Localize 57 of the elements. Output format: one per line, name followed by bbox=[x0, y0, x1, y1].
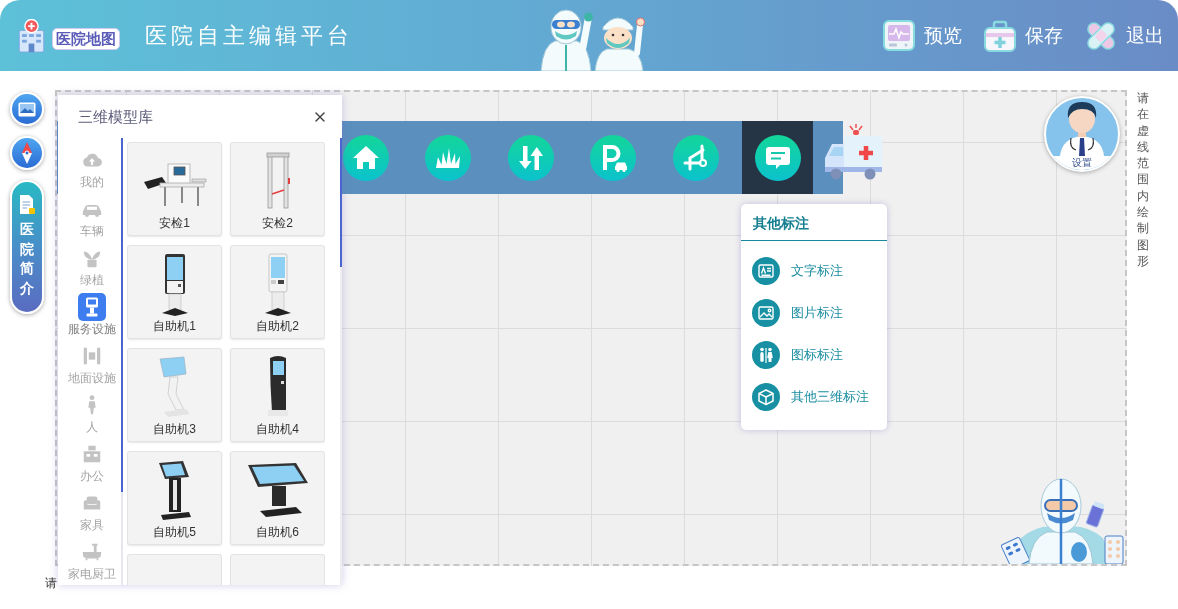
model-card[interactable]: 自助机6 bbox=[230, 451, 325, 545]
logo-label: 医院地图 bbox=[52, 27, 120, 50]
up-down-arrows-icon bbox=[507, 134, 554, 181]
category-tab[interactable]: 绿植 bbox=[62, 244, 121, 293]
app-title: 医院自主编辑平台 bbox=[145, 21, 353, 50]
home-icon bbox=[343, 134, 389, 181]
category-tab[interactable]: 人 bbox=[62, 391, 121, 440]
menu-item[interactable]: 图片标注 bbox=[741, 299, 887, 327]
category-tab[interactable]: 地面设施 bbox=[62, 342, 121, 391]
model-card[interactable]: 自助机1 bbox=[127, 245, 222, 339]
model-card[interactable]: 自助机5 bbox=[127, 451, 222, 545]
compass-icon bbox=[21, 142, 33, 164]
map-tool-button[interactable] bbox=[742, 121, 814, 194]
header-action-button[interactable]: 预览 bbox=[881, 17, 962, 54]
kiosk-icon bbox=[160, 251, 189, 317]
category-tab[interactable]: 办公 bbox=[62, 440, 121, 489]
scrollbar-thumb[interactable] bbox=[340, 138, 342, 267]
picture-icon bbox=[752, 299, 780, 327]
menu-title: 其他标注 bbox=[741, 204, 887, 241]
hint-text: 请 bbox=[45, 576, 57, 590]
category-tab[interactable]: 车辆 bbox=[62, 195, 121, 244]
panel-title: 三维模型库 bbox=[78, 106, 153, 127]
model-card[interactable]: 安检1 bbox=[127, 142, 222, 236]
menu-item[interactable]: 其他三维标注 bbox=[741, 383, 887, 411]
scrollbar-thumb[interactable] bbox=[121, 138, 123, 492]
picture-button[interactable] bbox=[10, 92, 44, 126]
menu-item[interactable]: 图标标注 bbox=[741, 341, 887, 369]
compass-button[interactable] bbox=[10, 136, 44, 170]
settings-avatar-button[interactable]: 设置 bbox=[1044, 96, 1120, 172]
category-tab[interactable]: 我的 bbox=[62, 146, 121, 195]
cube-icon bbox=[752, 383, 780, 411]
document-icon bbox=[18, 194, 36, 216]
grass-icon bbox=[425, 134, 472, 181]
kiosk-icon bbox=[77, 293, 106, 321]
kiosk-icon bbox=[263, 251, 292, 317]
text-card-icon bbox=[752, 257, 780, 285]
model-card[interactable]: 自助机2 bbox=[230, 245, 325, 339]
category-tab[interactable]: 家具 bbox=[62, 489, 121, 538]
model-card[interactable]: 自助机4 bbox=[230, 348, 325, 442]
header-action-button[interactable]: 保存 bbox=[982, 17, 1063, 54]
hospital-icon bbox=[18, 18, 45, 53]
line-tool-icon bbox=[672, 134, 719, 181]
monitor-icon bbox=[881, 17, 917, 54]
kiosk-icon bbox=[158, 354, 191, 420]
hospital-intro-button[interactable]: 医院简介 bbox=[10, 180, 44, 314]
restroom-sign-icon bbox=[752, 341, 780, 369]
header-action-button[interactable]: 退出 bbox=[1083, 17, 1164, 54]
chat-icon bbox=[754, 134, 801, 181]
model-card[interactable]: 安检2 bbox=[230, 142, 325, 236]
category-tab[interactable]: 服务设施 bbox=[62, 293, 121, 342]
menu-item[interactable]: 文字标注 bbox=[741, 257, 887, 285]
parking-icon bbox=[590, 134, 637, 181]
canvas-hint: 请在虚线范围内绘制图形 bbox=[1137, 90, 1149, 270]
picture-icon bbox=[18, 101, 36, 117]
bathtub-icon bbox=[80, 541, 103, 563]
category-tab[interactable]: 家电厨卫 bbox=[62, 538, 121, 585]
model-card[interactable]: 自助机3 bbox=[127, 348, 222, 442]
